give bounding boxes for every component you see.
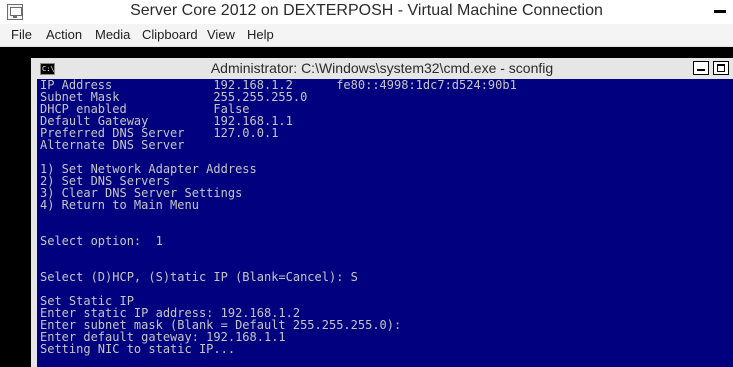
vm-minimize-button[interactable] [706, 0, 733, 20]
cmd-minimize-button[interactable] [693, 61, 709, 75]
menu-media[interactable]: Media [95, 27, 130, 42]
cmd-window-title: Administrator: C:\Windows\system32\cmd.e… [210, 60, 554, 76]
console-line: Select (D)HCP, (S)tatic IP (Blank=Cancel… [40, 270, 358, 284]
cmd-maximize-button[interactable] [713, 61, 729, 75]
vm-titlebar: Server Core 2012 on DEXTERPOSH - Virtual… [0, 0, 733, 24]
menu-action[interactable]: Action [46, 27, 82, 42]
console-line: Alternate DNS Server [40, 138, 185, 152]
vm-window-title: Server Core 2012 on DEXTERPOSH - Virtual… [130, 2, 603, 19]
menu-view[interactable]: View [207, 27, 235, 42]
console-output: IP Address 192.168.1.2 fe80::4998:1dc7:d… [40, 79, 517, 355]
console-line: Setting NIC to static IP... [40, 342, 236, 356]
cmd-console[interactable]: IP Address 192.168.1.2 fe80::4998:1dc7:d… [37, 79, 733, 367]
console-line: Select option: 1 [40, 234, 163, 248]
vm-menubar: File Action Media Clipboard View Help [0, 24, 733, 47]
menu-clipboard[interactable]: Clipboard [142, 27, 198, 42]
console-line: 4) Return to Main Menu [40, 198, 199, 212]
cmd-window: C:\ Administrator: C:\Windows\system32\c… [31, 58, 733, 367]
menu-help[interactable]: Help [247, 27, 274, 42]
menu-file[interactable]: File [11, 27, 32, 42]
